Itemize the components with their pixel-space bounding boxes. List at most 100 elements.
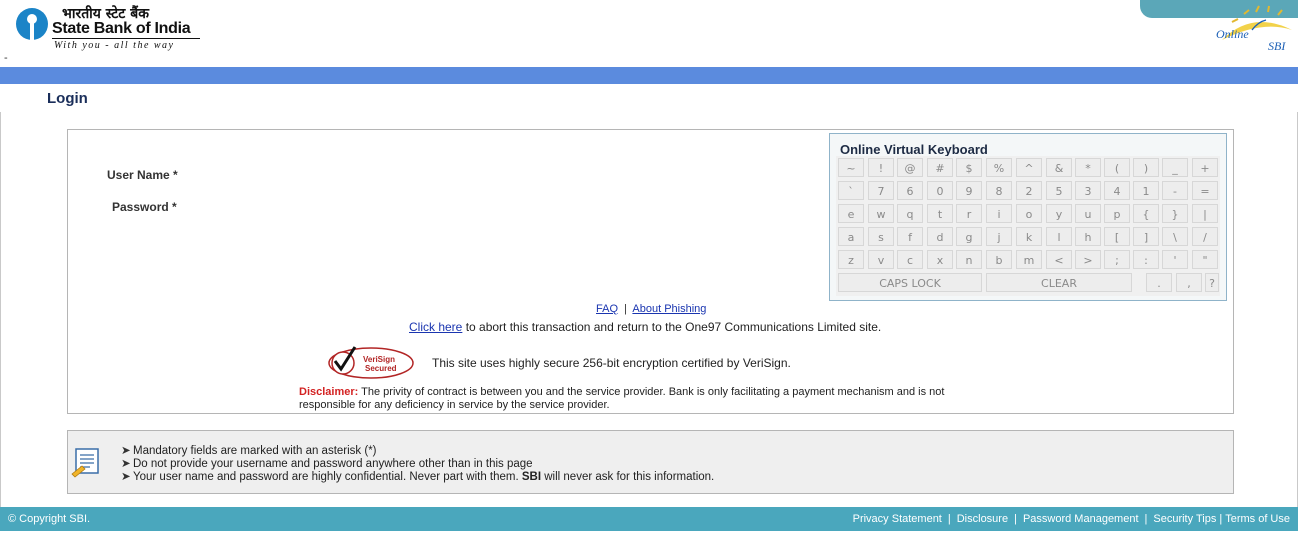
header-dash: - — [4, 52, 8, 64]
vk-key[interactable]: - — [1162, 181, 1188, 200]
vk-key[interactable]: 2 — [1016, 181, 1042, 200]
password-label: Password * — [112, 200, 177, 214]
disclaimer: Disclaimer: The privity of contract is b… — [299, 386, 989, 411]
info-text-3c: will never ask for this information. — [541, 471, 715, 483]
sbi-logo-icon — [16, 8, 48, 40]
footer-link-security-tips[interactable]: Security Tips — [1153, 513, 1216, 525]
vk-key[interactable]: 8 — [986, 181, 1012, 200]
vk-key[interactable]: n — [956, 250, 982, 269]
vk-key[interactable]: > — [1075, 250, 1101, 269]
vk-key[interactable]: \ — [1162, 227, 1188, 246]
vk-clear-key[interactable]: CLEAR — [986, 273, 1132, 292]
vk-key[interactable]: v — [868, 250, 894, 269]
vk-key[interactable]: : — [1133, 250, 1159, 269]
vk-key[interactable]: g — [956, 227, 982, 246]
vk-key[interactable]: l — [1046, 227, 1072, 246]
footer-link-password-management[interactable]: Password Management — [1023, 513, 1139, 525]
verisign-text: This site uses highly secure 256-bit enc… — [432, 356, 791, 370]
info-text-3b: SBI — [521, 471, 542, 483]
vk-key[interactable]: ; — [1104, 250, 1130, 269]
vk-key[interactable]: e — [838, 204, 864, 223]
vk-key[interactable]: , — [1176, 273, 1202, 292]
vk-key[interactable]: ' — [1162, 250, 1188, 269]
vk-key[interactable]: / — [1192, 227, 1218, 246]
footer-link-disclosure[interactable]: Disclosure — [957, 513, 1008, 525]
virtual-keyboard: Online Virtual Keyboard ~! @ # $% ^ & *() _ + ` 7 6… — [829, 133, 1227, 301]
vk-key[interactable]: _ — [1162, 158, 1188, 177]
vk-key[interactable]: p — [1104, 204, 1130, 223]
vk-key[interactable]: ? — [1205, 273, 1219, 292]
vk-key[interactable]: k — [1016, 227, 1042, 246]
vk-key[interactable]: * — [1075, 158, 1101, 177]
vk-key[interactable]: $ — [956, 158, 982, 177]
username-label: User Name * — [107, 168, 178, 182]
vk-key[interactable]: 6 — [897, 181, 923, 200]
vk-key[interactable]: ) — [1133, 158, 1159, 177]
vk-key[interactable]: q — [897, 204, 923, 223]
bank-name: State Bank of India — [52, 20, 191, 37]
footer-link-terms[interactable]: Terms of Use — [1225, 513, 1290, 525]
vk-key[interactable]: s — [868, 227, 894, 246]
vk-key[interactable]: @ — [897, 158, 923, 177]
bullet-icon: ➤ — [121, 445, 131, 457]
vk-key[interactable]: " — [1192, 250, 1218, 269]
vk-key[interactable]: ( — [1104, 158, 1130, 177]
click-here-link[interactable]: Click here — [409, 320, 462, 334]
vk-key[interactable]: 9 — [956, 181, 982, 200]
abort-text: to abort this transaction and return to … — [462, 320, 882, 334]
vk-key[interactable]: # — [927, 158, 953, 177]
vk-key[interactable]: j — [986, 227, 1012, 246]
vk-key[interactable]: c — [897, 250, 923, 269]
vk-key[interactable]: 1 — [1133, 181, 1159, 200]
vk-key[interactable]: ~ — [838, 158, 864, 177]
vk-key[interactable]: [ — [1104, 227, 1130, 246]
vk-key[interactable]: b — [986, 250, 1012, 269]
vk-key[interactable]: . — [1146, 273, 1172, 292]
vk-key[interactable]: ! — [868, 158, 894, 177]
footer-link-privacy[interactable]: Privacy Statement — [853, 513, 942, 525]
vk-key[interactable]: 4 — [1104, 181, 1130, 200]
vk-key[interactable]: o — [1016, 204, 1042, 223]
vk-key[interactable]: i — [986, 204, 1012, 223]
vk-key[interactable]: ] — [1133, 227, 1159, 246]
vk-key[interactable]: d — [927, 227, 953, 246]
vk-key[interactable]: x — [927, 250, 953, 269]
vk-key[interactable]: r — [956, 204, 982, 223]
vk-key[interactable]: 7 — [868, 181, 894, 200]
top-blue-bar — [0, 67, 1298, 84]
vk-key[interactable]: | — [1192, 204, 1218, 223]
vk-key[interactable]: 5 — [1046, 181, 1072, 200]
info-line-confidential: ➤ Your user name and password are highly … — [121, 469, 714, 483]
vk-caps-lock-key[interactable]: CAPS LOCK — [838, 273, 982, 292]
vk-key[interactable]: f — [897, 227, 923, 246]
vk-key[interactable]: { — [1133, 204, 1159, 223]
vk-key[interactable]: a — [838, 227, 864, 246]
info-text-3a: Your user name and password are highly c… — [133, 471, 522, 483]
disclaimer-label: Disclaimer: — [299, 386, 359, 398]
vk-key[interactable]: } — [1162, 204, 1188, 223]
vk-key[interactable]: % — [986, 158, 1012, 177]
vk-key[interactable]: 0 — [927, 181, 953, 200]
vk-key[interactable]: u — [1075, 204, 1101, 223]
vk-key[interactable]: & — [1046, 158, 1072, 177]
vk-key[interactable]: = — [1192, 181, 1218, 200]
info-line-mandatory: ➤ Mandatory fields are marked with an ast… — [121, 443, 377, 457]
vk-key[interactable]: h — [1075, 227, 1101, 246]
help-links: FAQ | About Phishing — [596, 303, 706, 315]
footer-separator: | — [1144, 513, 1148, 525]
vk-key[interactable]: + — [1192, 158, 1218, 177]
faq-link[interactable]: FAQ — [596, 303, 618, 315]
vk-key[interactable]: m — [1016, 250, 1042, 269]
about-phishing-link[interactable]: About Phishing — [632, 303, 706, 315]
vk-key[interactable]: < — [1046, 250, 1072, 269]
vk-key[interactable]: t — [927, 204, 953, 223]
vk-key[interactable]: 3 — [1075, 181, 1101, 200]
vk-key[interactable]: ` — [838, 181, 864, 200]
vk-key[interactable]: z — [838, 250, 864, 269]
notepad-icon — [71, 448, 99, 478]
vk-key[interactable]: ^ — [1016, 158, 1042, 177]
verisign-badge-line2: Secured — [365, 364, 397, 373]
vk-key[interactable]: y — [1046, 204, 1072, 223]
bullet-icon: ➤ — [121, 458, 131, 470]
vk-key[interactable]: w — [868, 204, 894, 223]
